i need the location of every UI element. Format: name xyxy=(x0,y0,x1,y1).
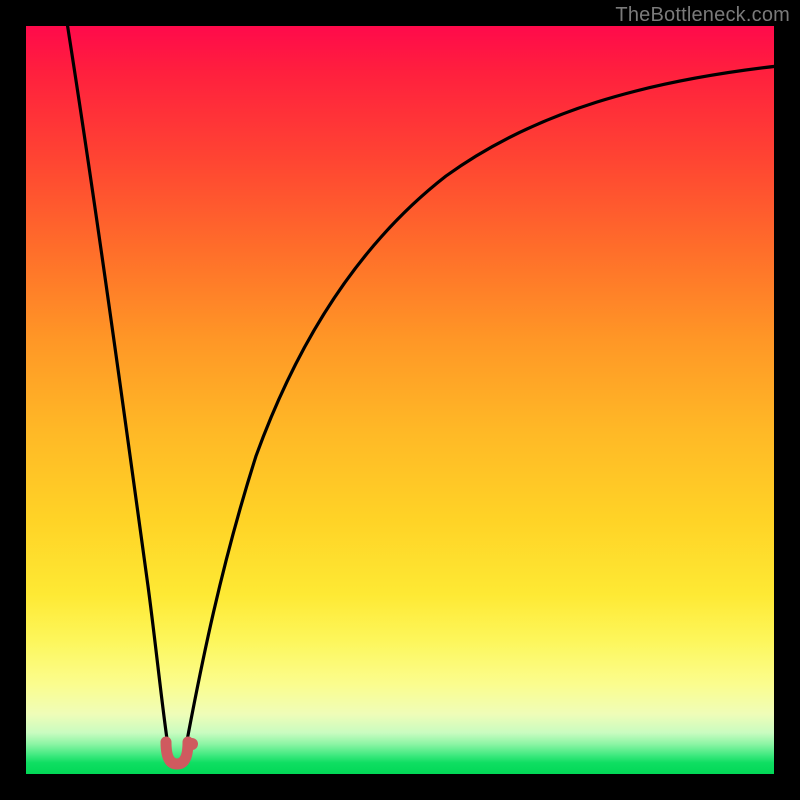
optimal-marker-dot xyxy=(186,738,198,750)
watermark-text: TheBottleneck.com xyxy=(615,4,790,27)
bottleneck-curve xyxy=(26,26,774,774)
optimal-marker xyxy=(166,742,188,764)
curve-left-branch xyxy=(66,16,168,746)
chart-frame: TheBottleneck.com xyxy=(0,0,800,800)
plot-area xyxy=(26,26,774,774)
curve-right-branch xyxy=(186,66,778,746)
